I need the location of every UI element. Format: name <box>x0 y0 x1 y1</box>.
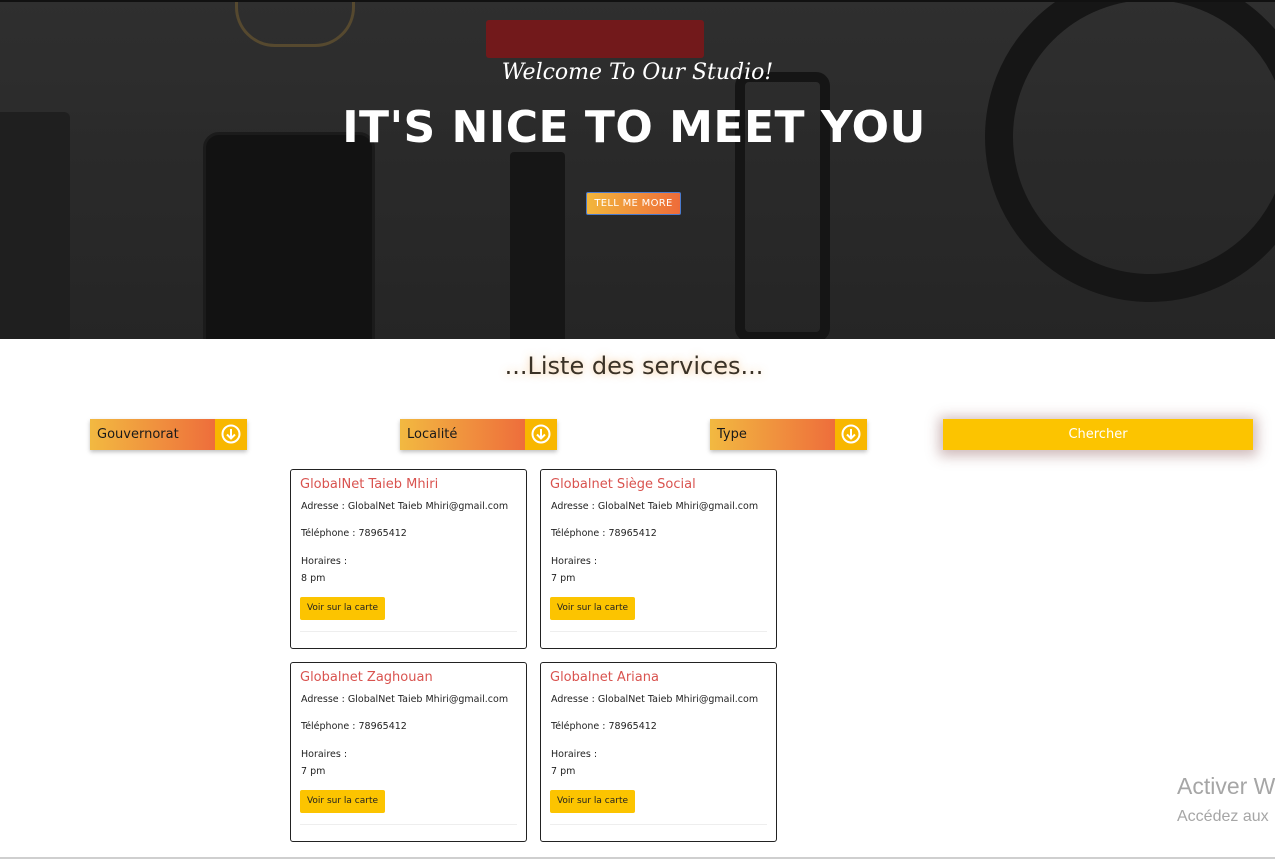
card-divider <box>550 824 767 825</box>
service-address: Adresse : GlobalNet Taieb Mhiri@gmail.co… <box>301 501 509 512</box>
service-hours: 7 pm <box>301 766 326 777</box>
service-address: Adresse : GlobalNet Taieb Mhiri@gmail.co… <box>301 694 509 705</box>
arrow-down-circle-icon[interactable] <box>835 419 867 450</box>
localite-label: Localité <box>407 427 458 442</box>
service-hours: 7 pm <box>551 573 576 584</box>
tell-me-more-button[interactable]: TELL ME MORE <box>586 192 681 215</box>
view-map-button[interactable]: Voir sur la carte <box>300 597 385 620</box>
gouvernorat-label: Gouvernorat <box>97 427 179 442</box>
service-hours-label: Horaires : <box>551 556 598 567</box>
hero-overlay <box>0 2 1275 339</box>
view-map-button[interactable]: Voir sur la carte <box>300 790 385 813</box>
view-map-button[interactable]: Voir sur la carte <box>550 790 635 813</box>
arrow-down-circle-icon[interactable] <box>525 419 557 450</box>
card-divider <box>550 631 767 632</box>
localite-select[interactable]: Localité <box>400 419 557 450</box>
service-phone: Téléphone : 78965412 <box>301 721 407 732</box>
service-hours: 7 pm <box>551 766 576 777</box>
service-phone: Téléphone : 78965412 <box>301 528 407 539</box>
view-map-button[interactable]: Voir sur la carte <box>550 597 635 620</box>
service-hours-label: Horaires : <box>551 749 598 760</box>
type-label: Type <box>717 427 747 442</box>
type-select[interactable]: Type <box>710 419 867 450</box>
activation-watermark-subtitle: Accédez aux <box>1177 808 1269 825</box>
service-phone: Téléphone : 78965412 <box>551 721 657 732</box>
service-name: Globalnet Zaghouan <box>300 670 433 685</box>
arrow-down-circle-icon[interactable] <box>215 419 247 450</box>
service-name: Globalnet Siège Social <box>550 477 696 492</box>
hero-banner: Welcome To Our Studio! IT'S NICE TO MEET… <box>0 0 1275 339</box>
service-address: Adresse : GlobalNet Taieb Mhiri@gmail.co… <box>551 694 759 705</box>
service-phone: Téléphone : 78965412 <box>551 528 657 539</box>
service-card: Globalnet Zaghouan Adresse : GlobalNet T… <box>290 662 527 842</box>
service-card: Globalnet Ariana Adresse : GlobalNet Tai… <box>540 662 777 842</box>
hero-subtitle: Welcome To Our Studio! <box>501 60 774 85</box>
service-hours: 8 pm <box>301 573 326 584</box>
section-title: ...Liste des services... <box>504 352 764 380</box>
search-button[interactable]: Chercher <box>943 419 1253 450</box>
card-divider <box>300 824 517 825</box>
gouvernorat-select[interactable]: Gouvernorat <box>90 419 247 450</box>
service-card: GlobalNet Taieb Mhiri Adresse : GlobalNe… <box>290 469 527 649</box>
service-name: Globalnet Ariana <box>550 670 659 685</box>
service-address: Adresse : GlobalNet Taieb Mhiri@gmail.co… <box>551 501 759 512</box>
activation-watermark-title: Activer W <box>1177 773 1275 799</box>
card-divider <box>300 631 517 632</box>
service-hours-label: Horaires : <box>301 749 348 760</box>
service-card: Globalnet Siège Social Adresse : GlobalN… <box>540 469 777 649</box>
hero-title: IT'S NICE TO MEET YOU <box>342 102 926 153</box>
service-hours-label: Horaires : <box>301 556 348 567</box>
service-name: GlobalNet Taieb Mhiri <box>300 477 439 492</box>
